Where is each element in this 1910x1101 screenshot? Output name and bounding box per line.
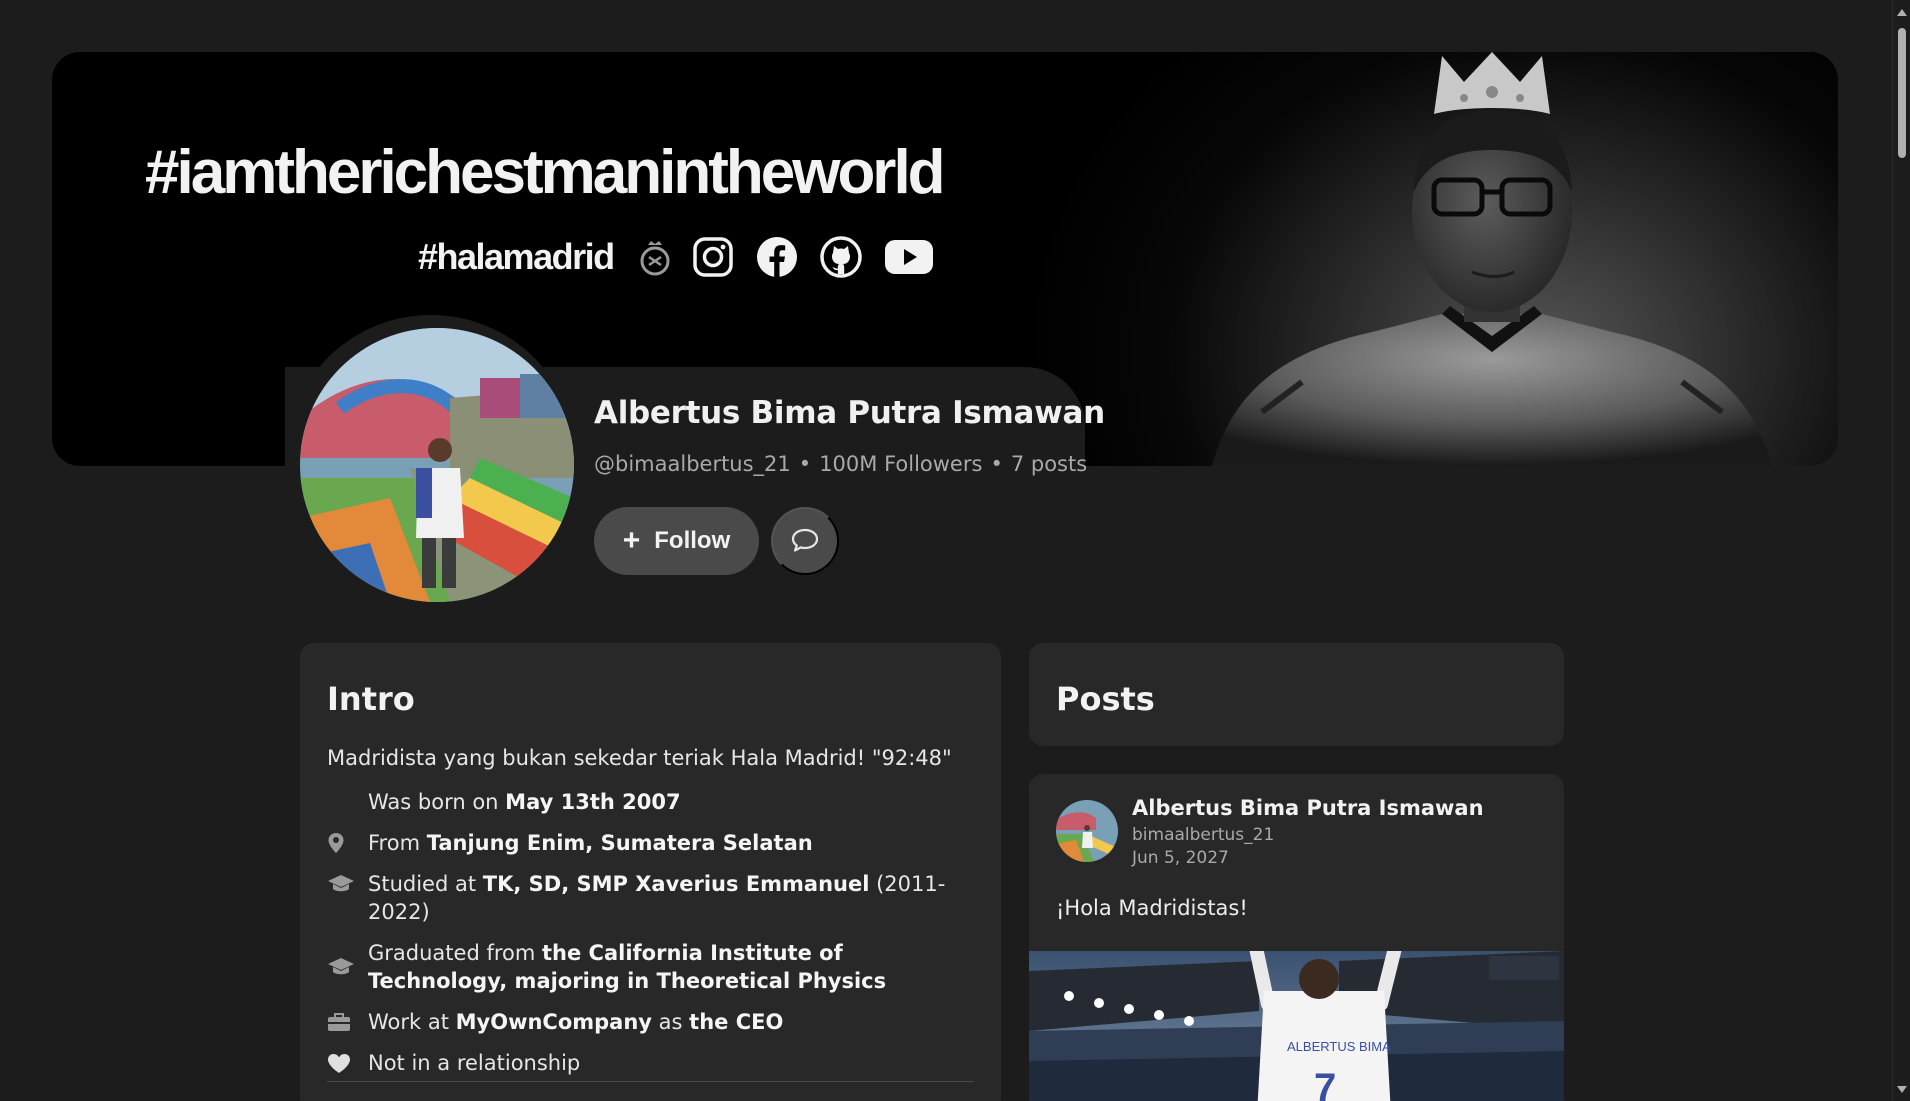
post-image-jersey-name: ALBERTUS BIMA <box>1287 1039 1391 1054</box>
follow-label: Follow <box>654 527 731 554</box>
profile-meta: @bimaalbertus_21 • 100M Followers • 7 po… <box>594 452 1087 476</box>
profile-handle[interactable]: @bimaalbertus_21 <box>594 452 791 476</box>
page-scrollbar[interactable] <box>1892 0 1910 1101</box>
intro-studied: Studied at TK, SD, SMP Xaverius Emmanuel… <box>327 870 977 926</box>
intro-work-text: Work at MyOwnCompany as the CEO <box>368 1010 784 1034</box>
graduation-cap-icon <box>327 870 368 898</box>
scroll-up-arrow-icon[interactable] <box>1897 9 1907 16</box>
briefcase-icon <box>327 1008 368 1036</box>
intro-studied-text: Studied at TK, SD, SMP Xaverius Emmanuel… <box>368 872 946 924</box>
banner-hashtag-sub: #halamadrid <box>418 236 615 277</box>
profile-name: Albertus Bima Putra Ismawan <box>594 395 1105 431</box>
intro-card: Intro Madridista yang bukan sekedar teri… <box>300 643 1001 1101</box>
meta-separator: • <box>798 452 812 476</box>
meta-separator: • <box>990 452 1003 476</box>
graduation-cap-icon <box>327 939 368 995</box>
posts-title: Posts <box>1056 680 1155 718</box>
chat-bubble-icon <box>791 527 819 556</box>
facebook-icon[interactable] <box>756 236 798 278</box>
intro-graduated: Graduated from the California Institute … <box>327 939 977 995</box>
intro-from-text: From Tanjung Enim, Sumatera Selatan <box>368 831 813 855</box>
post-date: Jun 5, 2027 <box>1132 848 1229 868</box>
scrollbar-thumb[interactable] <box>1898 28 1906 158</box>
blank-icon <box>327 788 368 816</box>
instagram-icon[interactable] <box>692 236 734 278</box>
post-author-avatar[interactable] <box>1056 800 1118 862</box>
social-links: #halamadrid <box>418 232 934 282</box>
location-pin-icon <box>327 829 368 857</box>
post-text: ¡Hola Madridistas! <box>1056 896 1248 920</box>
message-button[interactable] <box>771 507 839 575</box>
intro-divider <box>327 1081 974 1082</box>
intro-title: Intro <box>327 680 415 718</box>
avatar[interactable] <box>300 328 574 602</box>
intro-bio: Madridista yang bukan sekedar teriak Hal… <box>327 746 952 770</box>
post-author-name[interactable]: Albertus Bima Putra Ismawan <box>1132 796 1484 820</box>
real-madrid-crest-icon[interactable] <box>640 237 670 277</box>
posts-header-card: Posts <box>1029 643 1564 746</box>
banner-hashtag-main: #iamtherichestmanintheworld <box>145 138 946 207</box>
intro-from: From Tanjung Enim, Sumatera Selatan <box>327 829 977 857</box>
profile-posts-count[interactable]: 7 posts <box>1011 452 1087 476</box>
banner-person-photo <box>1212 52 1772 466</box>
github-icon[interactable] <box>819 236 862 278</box>
profile-followers[interactable]: 100M Followers <box>819 452 982 476</box>
intro-work: Work at MyOwnCompany as the CEO <box>327 1008 977 1036</box>
post-card[interactable]: Albertus Bima Putra Ismawan bimaalbertus… <box>1029 774 1564 1101</box>
intro-relationship-text: Not in a relationship <box>368 1051 581 1075</box>
scroll-down-arrow-icon[interactable] <box>1897 1086 1907 1093</box>
intro-graduated-text: Graduated from the California Institute … <box>368 941 887 993</box>
post-image-jersey-number: 7 <box>1314 1066 1336 1101</box>
post-image[interactable]: ALBERTUS BIMA 7 <box>1029 951 1564 1101</box>
intro-born: Was born on May 13th 2007 <box>327 788 977 816</box>
follow-button[interactable]: + Follow <box>594 507 759 575</box>
youtube-icon[interactable] <box>884 238 934 276</box>
intro-born-text: Was born on May 13th 2007 <box>368 790 681 814</box>
post-author-handle[interactable]: bimaalbertus_21 <box>1132 825 1274 845</box>
intro-relationship: Not in a relationship <box>327 1049 977 1077</box>
plus-icon: + <box>622 524 641 557</box>
heart-icon <box>327 1049 368 1077</box>
intro-details: Was born on May 13th 2007 From Tanjung E… <box>327 788 977 1090</box>
